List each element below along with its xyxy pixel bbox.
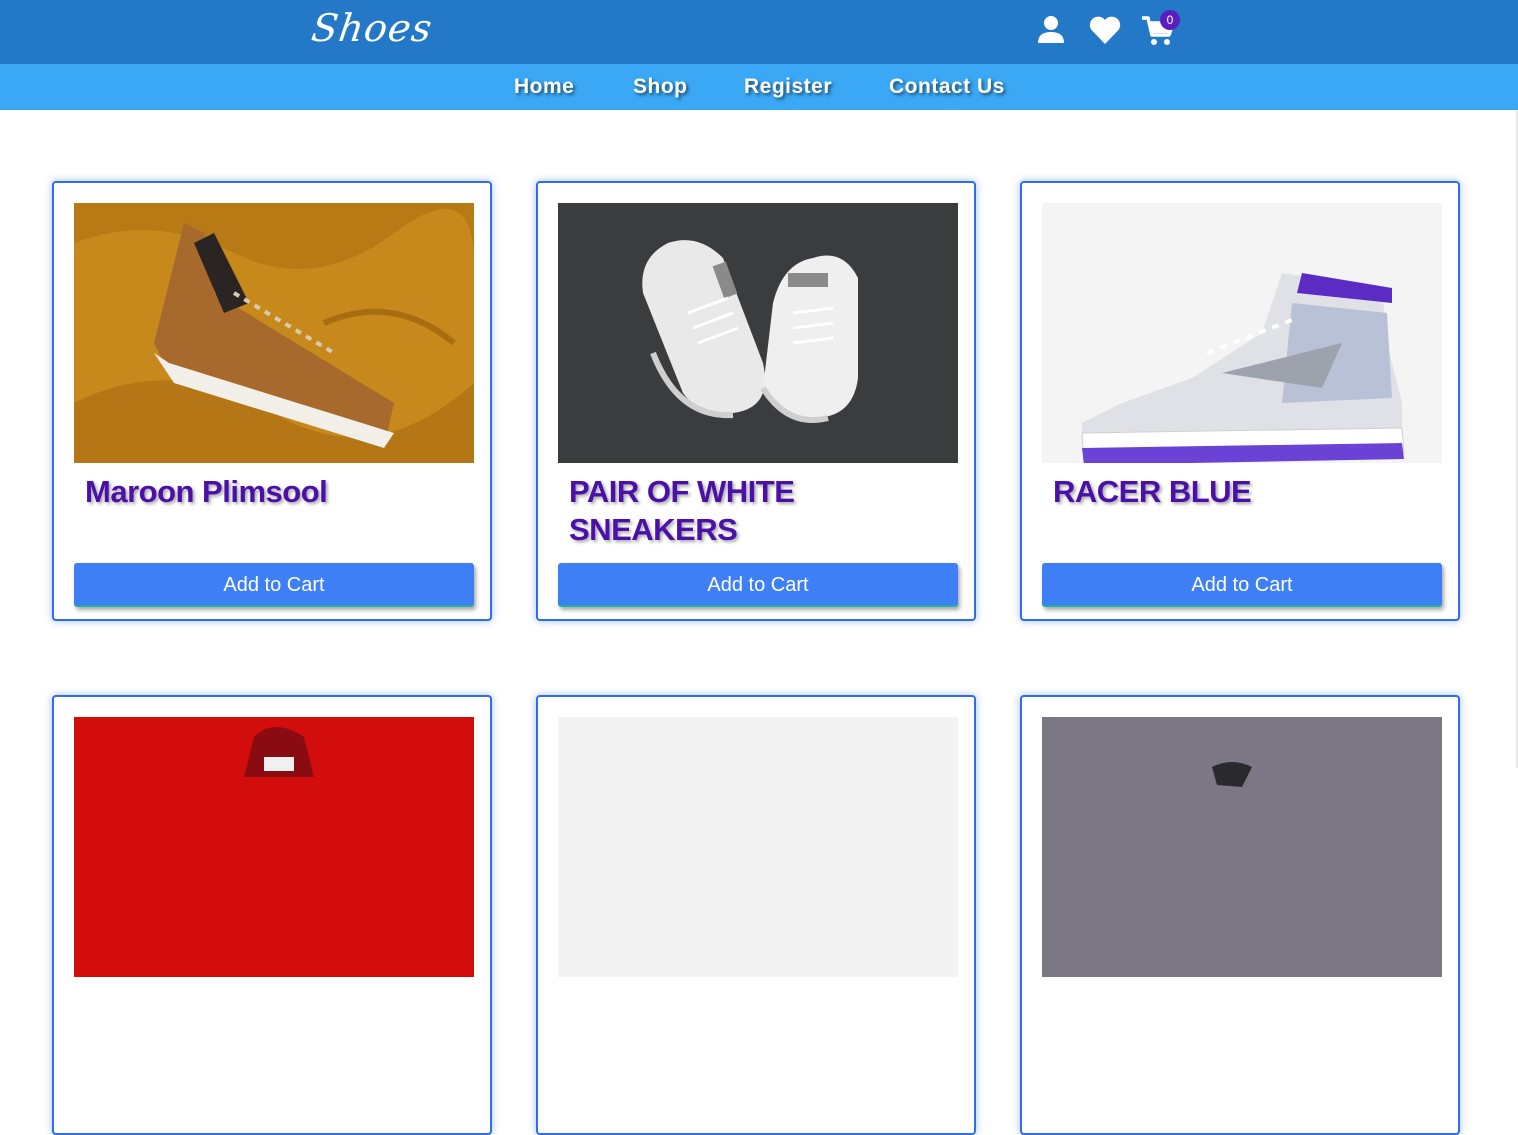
nav-register[interactable]: Register <box>744 75 832 99</box>
product-card <box>1020 695 1460 1135</box>
site-logo[interactable]: Shoes <box>309 6 436 50</box>
product-card: PAIR OF WHITE SNEAKERS Add to Cart <box>536 181 976 621</box>
product-image[interactable] <box>74 717 474 977</box>
add-to-cart-button[interactable]: Add to Cart <box>1042 563 1442 607</box>
add-to-cart-button[interactable]: Add to Cart <box>74 563 474 607</box>
nav-shop[interactable]: Shop <box>633 75 688 99</box>
cart-count-badge: 0 <box>1160 10 1180 30</box>
product-image[interactable] <box>558 203 958 463</box>
product-card <box>536 695 976 1135</box>
nav-contact-us[interactable]: Contact Us <box>889 75 1005 99</box>
product-card <box>52 695 492 1135</box>
nav-home[interactable]: Home <box>514 75 574 99</box>
product-image[interactable] <box>74 203 474 463</box>
product-name[interactable]: RACER BLUE <box>1053 473 1433 511</box>
product-card: RACER BLUE Add to Cart <box>1020 181 1460 621</box>
product-name[interactable]: PAIR OF WHITE SNEAKERS <box>569 473 949 549</box>
top-header: Shoes 0 <box>0 0 1518 64</box>
product-image[interactable] <box>558 717 958 977</box>
add-to-cart-button[interactable]: Add to Cart <box>558 563 958 607</box>
product-image[interactable] <box>1042 717 1442 977</box>
main-nav: Home Shop Register Contact Us <box>0 64 1518 110</box>
account-icon[interactable] <box>1033 12 1069 48</box>
heart-icon[interactable] <box>1087 12 1123 48</box>
product-card: Maroon Plimsool Add to Cart <box>52 181 492 621</box>
product-name[interactable]: Maroon Plimsool <box>85 473 465 511</box>
product-image[interactable] <box>1042 203 1442 463</box>
